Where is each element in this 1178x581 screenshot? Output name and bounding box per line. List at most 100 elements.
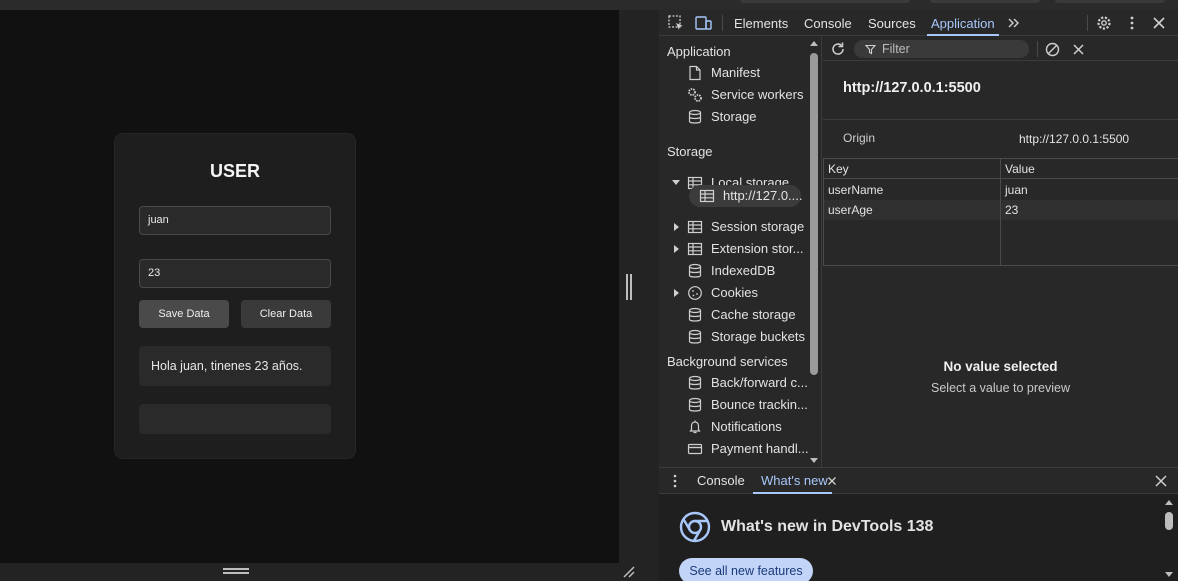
tab-application[interactable]: Application bbox=[927, 10, 999, 36]
sidebar-item-label: Notifications bbox=[711, 419, 782, 434]
sidebar-item-label: Storage bbox=[711, 109, 757, 124]
more-options-icon[interactable] bbox=[1123, 14, 1141, 32]
screen: USER juan 23 Save Data Clear Data Hola j… bbox=[0, 0, 1178, 581]
origin-label: Origin bbox=[843, 131, 876, 145]
application-sidebar: Application Manifest Service workers Sto… bbox=[659, 37, 822, 467]
tab-pill bbox=[1055, 0, 1165, 3]
database-icon bbox=[688, 109, 702, 124]
database-icon bbox=[688, 263, 702, 278]
value-column-header[interactable]: Value bbox=[1005, 159, 1035, 179]
see-all-features-button[interactable]: See all new features bbox=[679, 558, 813, 581]
sidebar-scrollbar[interactable] bbox=[810, 53, 818, 375]
vertical-resize-handle[interactable] bbox=[626, 274, 632, 300]
table-row[interactable]: userAge 23 bbox=[824, 200, 1178, 220]
save-data-button[interactable]: Save Data bbox=[139, 300, 229, 328]
tab-elements[interactable]: Elements bbox=[734, 10, 788, 36]
origin-row: Origin http://127.0.0.1:5500 bbox=[823, 119, 1178, 159]
sidebar-item-label: Storage buckets bbox=[711, 329, 805, 344]
close-devtools-icon[interactable] bbox=[1150, 14, 1168, 32]
database-icon bbox=[688, 307, 702, 322]
horizontal-resize-handle[interactable] bbox=[223, 568, 249, 574]
tab-sources[interactable]: Sources bbox=[868, 10, 916, 36]
toolbar-divider bbox=[722, 15, 723, 31]
toolbar-divider bbox=[1037, 41, 1038, 57]
sidebar-item-label: Bounce trackin... bbox=[711, 397, 808, 412]
expand-arrow-icon[interactable] bbox=[674, 245, 679, 253]
drawer-menu-icon[interactable] bbox=[667, 473, 683, 489]
table-icon bbox=[699, 189, 715, 203]
sidebar-item-label: http://127.0.... bbox=[723, 188, 803, 203]
key-column-header[interactable]: Key bbox=[828, 159, 849, 179]
devtools-toolbar: Elements Console Sources Application bbox=[659, 10, 1178, 36]
database-icon bbox=[688, 375, 702, 390]
scroll-up-arrow-icon[interactable] bbox=[810, 41, 818, 46]
page-viewport: USER juan 23 Save Data Clear Data Hola j… bbox=[0, 10, 619, 563]
scroll-down-arrow-icon[interactable] bbox=[1165, 572, 1173, 577]
inspect-element-icon[interactable] bbox=[667, 14, 685, 32]
scroll-up-arrow-icon[interactable] bbox=[1165, 500, 1173, 505]
origin-value: http://127.0.0.1:5500 bbox=[1019, 132, 1130, 146]
delete-selected-icon[interactable] bbox=[1071, 42, 1086, 57]
table-icon bbox=[687, 242, 703, 256]
expand-arrow-icon[interactable] bbox=[672, 180, 680, 185]
chrome-devtools-logo-icon bbox=[679, 511, 711, 543]
filter-funnel-icon bbox=[865, 44, 876, 55]
close-tab-icon[interactable] bbox=[827, 476, 837, 486]
origin-heading: http://127.0.0.1:5500 bbox=[843, 80, 981, 96]
sidebar-section-storage: Storage bbox=[667, 144, 713, 159]
clear-all-icon[interactable] bbox=[1044, 41, 1061, 58]
refresh-icon[interactable] bbox=[829, 40, 847, 58]
tab-pill bbox=[930, 0, 1040, 3]
expand-arrow-icon[interactable] bbox=[674, 289, 679, 297]
device-toolbar-icon[interactable] bbox=[694, 14, 712, 32]
preview-subtitle: Select a value to preview bbox=[931, 381, 1070, 395]
drawer-tab-whats-new[interactable]: What's new bbox=[753, 468, 832, 494]
sidebar-item-label: Session storage bbox=[711, 219, 805, 234]
credit-card-icon bbox=[687, 443, 703, 455]
drawer-scrollbar[interactable] bbox=[1165, 512, 1173, 530]
table-row[interactable]: userName juan bbox=[824, 180, 1178, 200]
settings-gear-icon[interactable] bbox=[1095, 14, 1113, 32]
toolbar-divider bbox=[1087, 15, 1088, 31]
table-cell-key: userAge bbox=[828, 203, 873, 217]
devtools-panel: Elements Console Sources Application App… bbox=[659, 10, 1178, 581]
table-icon bbox=[687, 220, 703, 234]
sidebar-item-label: Payment handl... bbox=[711, 441, 809, 456]
empty-output bbox=[139, 404, 331, 434]
table-header-row: Key Value bbox=[824, 159, 1178, 179]
card-title: USER bbox=[209, 161, 260, 181]
viewport-splitter[interactable] bbox=[619, 10, 659, 581]
sidebar-section-background-services: Background services bbox=[667, 354, 788, 369]
viewport-bottom-bar bbox=[0, 563, 619, 581]
greeting-output: Hola juan, tinenes 23 años. bbox=[139, 346, 331, 386]
tab-pill bbox=[740, 0, 910, 3]
sidebar-item-label: IndexedDB bbox=[711, 263, 776, 278]
key-value-table: Key Value userName juan userAge 23 bbox=[823, 158, 1178, 266]
tab-console[interactable]: Console bbox=[804, 10, 852, 36]
column-divider[interactable] bbox=[1000, 159, 1001, 265]
sidebar-item-label: Manifest bbox=[711, 65, 761, 80]
clear-data-button[interactable]: Clear Data bbox=[241, 300, 331, 328]
sidebar-item-label: Extension stor... bbox=[711, 241, 804, 256]
bell-icon bbox=[689, 420, 701, 434]
table-cell-value: 23 bbox=[1005, 203, 1019, 217]
sidebar-section-application: Application bbox=[667, 44, 731, 59]
sidebar-item-label: Cookies bbox=[711, 285, 758, 300]
browser-top-strip bbox=[0, 0, 1178, 10]
table-cell-value: juan bbox=[1005, 183, 1028, 197]
table-cell-key: userName bbox=[828, 183, 884, 197]
name-input[interactable]: juan bbox=[139, 206, 331, 235]
sidebar-item-label: Service workers bbox=[711, 87, 804, 102]
preview-title: No value selected bbox=[943, 359, 1058, 374]
corner-resize-icon[interactable] bbox=[622, 565, 636, 579]
cookie-icon bbox=[688, 286, 702, 300]
scroll-down-arrow-icon[interactable] bbox=[810, 458, 818, 463]
user-card: USER juan 23 Save Data Clear Data Hola j… bbox=[115, 134, 355, 458]
close-drawer-icon[interactable] bbox=[1154, 474, 1168, 488]
more-tabs-icon[interactable] bbox=[1005, 14, 1023, 32]
expand-arrow-icon[interactable] bbox=[674, 223, 679, 231]
gears-icon bbox=[688, 88, 702, 102]
drawer-tab-console[interactable]: Console bbox=[697, 468, 745, 494]
age-input[interactable]: 23 bbox=[139, 259, 331, 288]
filter-input[interactable]: Filter bbox=[854, 40, 1029, 58]
